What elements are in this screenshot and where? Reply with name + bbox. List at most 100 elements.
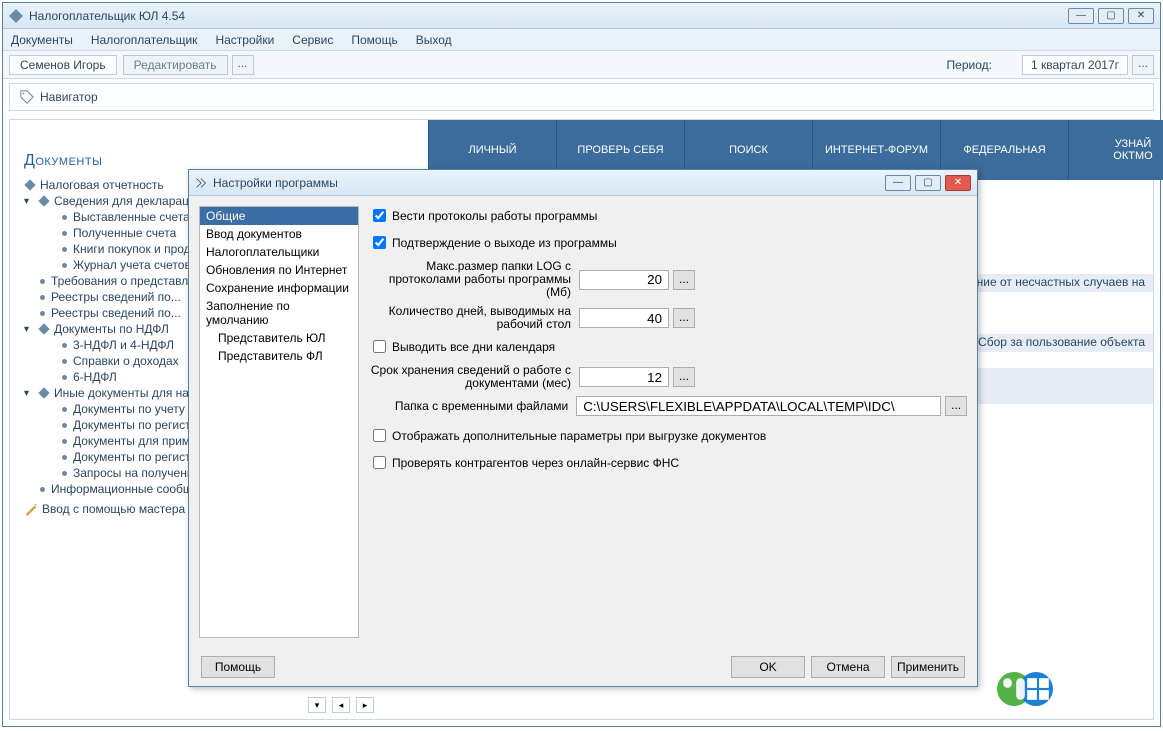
chk-extra-params-input[interactable] — [373, 429, 386, 442]
dialog-close-button[interactable]: ✕ — [945, 175, 971, 191]
node-doc-ndfl[interactable]: Документы по НДФЛ — [54, 322, 169, 336]
chevron-down-icon[interactable]: ▾ — [24, 388, 36, 399]
menu-service[interactable]: Сервис — [292, 33, 333, 47]
period-value[interactable]: 1 квартал 2017г — [1022, 55, 1128, 75]
chk-check-contr[interactable]: Проверять контрагентов через онлайн-серв… — [369, 453, 967, 472]
apply-button[interactable]: Применить — [891, 656, 965, 678]
toolbar-ellipsis[interactable]: ... — [232, 55, 254, 75]
bullet-icon — [62, 247, 67, 252]
period-label: Период: — [947, 58, 992, 72]
maximize-button[interactable]: ▢ — [1098, 8, 1124, 24]
dialog-maximize-button[interactable]: ▢ — [915, 175, 941, 191]
bullet-icon — [62, 407, 67, 412]
node-sved-decl[interactable]: Сведения для декларации — [54, 194, 202, 208]
lbl-retention: Срок хранения сведений о работе с докуме… — [369, 364, 579, 390]
tree-left-button[interactable]: ◂ — [332, 697, 350, 713]
settings-form: Вести протоколы работы программы Подтвер… — [369, 206, 967, 638]
bullet-icon — [62, 231, 67, 236]
menu-exit[interactable]: Выход — [416, 33, 452, 47]
node-doc-uchet[interactable]: Документы по учету — [73, 402, 185, 416]
bullet-icon — [62, 263, 67, 268]
bullet-icon — [62, 423, 67, 428]
wand-icon — [24, 502, 38, 516]
dialog-minimize-button[interactable]: — — [885, 175, 911, 191]
nav-rep-fl[interactable]: Представитель ФЛ — [200, 347, 358, 365]
navigator-bar: Навигатор — [9, 83, 1154, 111]
input-days[interactable] — [579, 308, 669, 328]
bullet-icon — [62, 215, 67, 220]
bullet-icon — [40, 279, 45, 284]
chk-confirm-exit-input[interactable] — [373, 236, 386, 249]
node-zhurnal[interactable]: Журнал учета счетов — [73, 258, 191, 272]
diamond-icon — [38, 195, 49, 206]
input-retention[interactable] — [579, 367, 669, 387]
ok-button[interactable]: OK — [731, 656, 805, 678]
chk-all-days-input[interactable] — [373, 340, 386, 353]
bullet-icon — [40, 487, 45, 492]
nav-rep-ul[interactable]: Представитель ЮЛ — [200, 329, 358, 347]
nav-defaults[interactable]: Заполнение по умолчанию — [200, 297, 358, 329]
chk-protocols-label: Вести протоколы работы программы — [392, 209, 597, 223]
chk-protocols[interactable]: Вести протоколы работы программы — [369, 206, 967, 225]
temp-path-picker[interactable]: ... — [945, 396, 967, 416]
settings-dialog: Настройки программы — ▢ ✕ Общие Ввод док… — [188, 169, 978, 687]
nav-general[interactable]: Общие — [200, 207, 358, 225]
node-vyst-scheta[interactable]: Выставленные счета — [73, 210, 190, 224]
user-box[interactable]: Семенов Игорь — [9, 55, 117, 75]
bullet-icon — [40, 311, 45, 316]
node-ndfl6[interactable]: 6-НДФЛ — [73, 370, 117, 384]
menu-help[interactable]: Помощь — [351, 33, 397, 47]
scroll-down-button[interactable]: ▾ — [308, 697, 326, 713]
diamond-icon — [38, 323, 49, 334]
diamond-icon — [38, 387, 49, 398]
node-ndfl34[interactable]: 3-НДФЛ и 4-НДФЛ — [73, 338, 174, 352]
chk-confirm-exit[interactable]: Подтверждение о выходе из программы — [369, 233, 967, 252]
node-wizard[interactable]: Ввод с помощью мастера — [42, 502, 185, 516]
period-ellipsis[interactable]: ... — [1132, 55, 1154, 75]
node-polu-scheta[interactable]: Полученные счета — [73, 226, 176, 240]
minimize-button[interactable]: — — [1068, 8, 1094, 24]
chk-all-days[interactable]: Выводить все дни календаря — [369, 337, 967, 356]
menu-settings[interactable]: Настройки — [215, 33, 274, 47]
lbl-days: Количество дней, выводимых на рабочий ст… — [369, 305, 579, 331]
chk-confirm-exit-label: Подтверждение о выходе из программы — [392, 236, 617, 250]
nav-updates[interactable]: Обновления по Интернет — [200, 261, 358, 279]
main-titlebar: Налогоплательщик ЮЛ 4.54 — ▢ ✕ — [3, 3, 1160, 29]
chk-protocols-input[interactable] — [373, 209, 386, 222]
settings-icon — [195, 177, 207, 189]
days-picker[interactable]: ... — [673, 308, 695, 328]
node-spravki[interactable]: Справки о доходах — [73, 354, 179, 368]
chk-all-days-label: Выводить все дни календаря — [392, 340, 555, 354]
chevron-down-icon[interactable]: ▾ — [24, 196, 36, 207]
retention-picker[interactable]: ... — [673, 367, 695, 387]
lbl-log-size: Макс.размер папки LOG с протоколами рабо… — [369, 260, 579, 299]
bg-text-2: ес, Сбор за пользование объекта — [959, 335, 1145, 349]
chevron-down-icon[interactable]: ▾ — [24, 324, 36, 335]
menu-taxpayer[interactable]: Налогоплательщик — [91, 33, 198, 47]
nav-input-docs[interactable]: Ввод документов — [200, 225, 358, 243]
tree-heading: Документы — [24, 152, 378, 170]
navigator-label[interactable]: Навигатор — [40, 90, 98, 104]
close-button[interactable]: ✕ — [1128, 8, 1154, 24]
nav-taxpayers[interactable]: Налогоплательщики — [200, 243, 358, 261]
dialog-buttons: Помощь OK Отмена Применить — [189, 648, 977, 686]
nav-save-info[interactable]: Сохранение информации — [200, 279, 358, 297]
input-temp-path[interactable] — [576, 396, 941, 416]
bullet-icon — [40, 295, 45, 300]
cancel-button[interactable]: Отмена — [811, 656, 885, 678]
chk-extra-params[interactable]: Отображать дополнительные параметры при … — [369, 426, 967, 445]
node-reestry2[interactable]: Реестры сведений по... — [51, 306, 181, 320]
input-log-size[interactable] — [579, 270, 669, 290]
menu-documents[interactable]: Документы — [11, 33, 73, 47]
tab-oktmo[interactable]: УЗНАЙ ОКТМО — [1069, 120, 1163, 180]
tree-right-button[interactable]: ▸ — [356, 697, 374, 713]
node-nalog-otch[interactable]: Налоговая отчетность — [40, 178, 164, 192]
node-reestry1[interactable]: Реестры сведений по... — [51, 290, 181, 304]
chk-check-contr-input[interactable] — [373, 456, 386, 469]
help-button[interactable]: Помощь — [201, 656, 275, 678]
node-knigi[interactable]: Книги покупок и продаж — [73, 242, 205, 256]
dialog-titlebar: Настройки программы — ▢ ✕ — [189, 170, 977, 196]
edit-button[interactable]: Редактировать — [123, 55, 228, 75]
log-size-picker[interactable]: ... — [673, 270, 695, 290]
node-zaprosy[interactable]: Запросы на получение — [73, 466, 200, 480]
